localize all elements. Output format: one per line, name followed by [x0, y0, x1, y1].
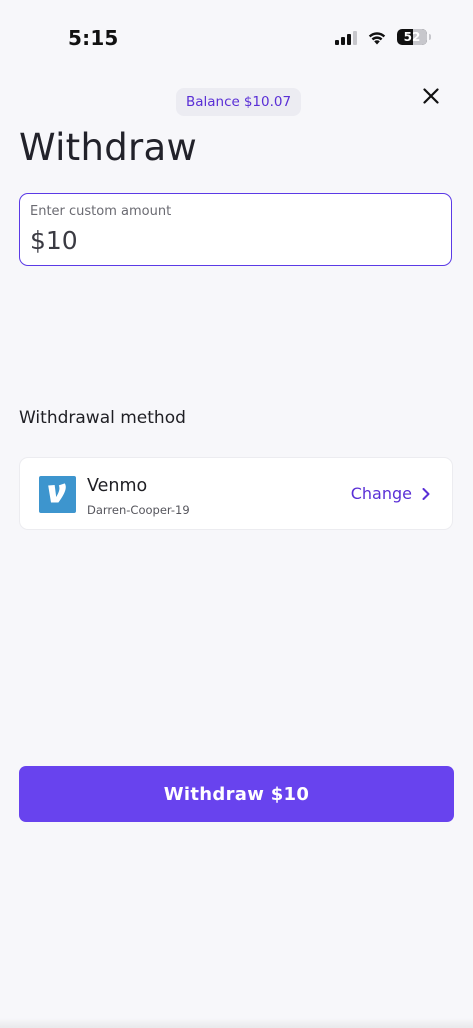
- change-label: Change: [350, 484, 412, 503]
- bottom-edge-shadow: [0, 1018, 473, 1028]
- close-icon: [423, 88, 439, 104]
- battery-tip: [429, 34, 431, 40]
- status-time: 5:15: [68, 26, 119, 50]
- method-name: Venmo: [87, 476, 148, 496]
- amount-field[interactable]: Enter custom amount: [19, 193, 452, 266]
- withdrawal-method-card[interactable]: Venmo Darren-Cooper-19 Change: [19, 457, 453, 530]
- cellular-signal-icon: [335, 30, 357, 45]
- battery-level: 52: [403, 30, 421, 44]
- status-bar: 5:15 52: [0, 0, 473, 70]
- method-handle: Darren-Cooper-19: [87, 503, 190, 517]
- chevron-right-icon: [422, 487, 430, 500]
- wifi-icon: [368, 31, 386, 44]
- withdraw-button[interactable]: Withdraw $10: [19, 766, 454, 822]
- withdrawal-method-heading: Withdrawal method: [19, 408, 186, 428]
- battery-icon: 52: [397, 29, 427, 45]
- status-icons: 52: [335, 29, 431, 45]
- venmo-logo: [39, 476, 76, 513]
- venmo-v-glyph: [47, 482, 66, 502]
- balance-amount: $10.07: [243, 94, 292, 110]
- amount-field-label: Enter custom amount: [30, 204, 172, 219]
- page-title: Withdraw: [19, 126, 198, 169]
- balance-label: Balance: [186, 94, 240, 110]
- close-button[interactable]: [415, 80, 447, 112]
- balance-badge: Balance $10.07: [176, 88, 302, 116]
- amount-input[interactable]: [30, 226, 430, 255]
- change-method-button[interactable]: Change: [351, 484, 430, 503]
